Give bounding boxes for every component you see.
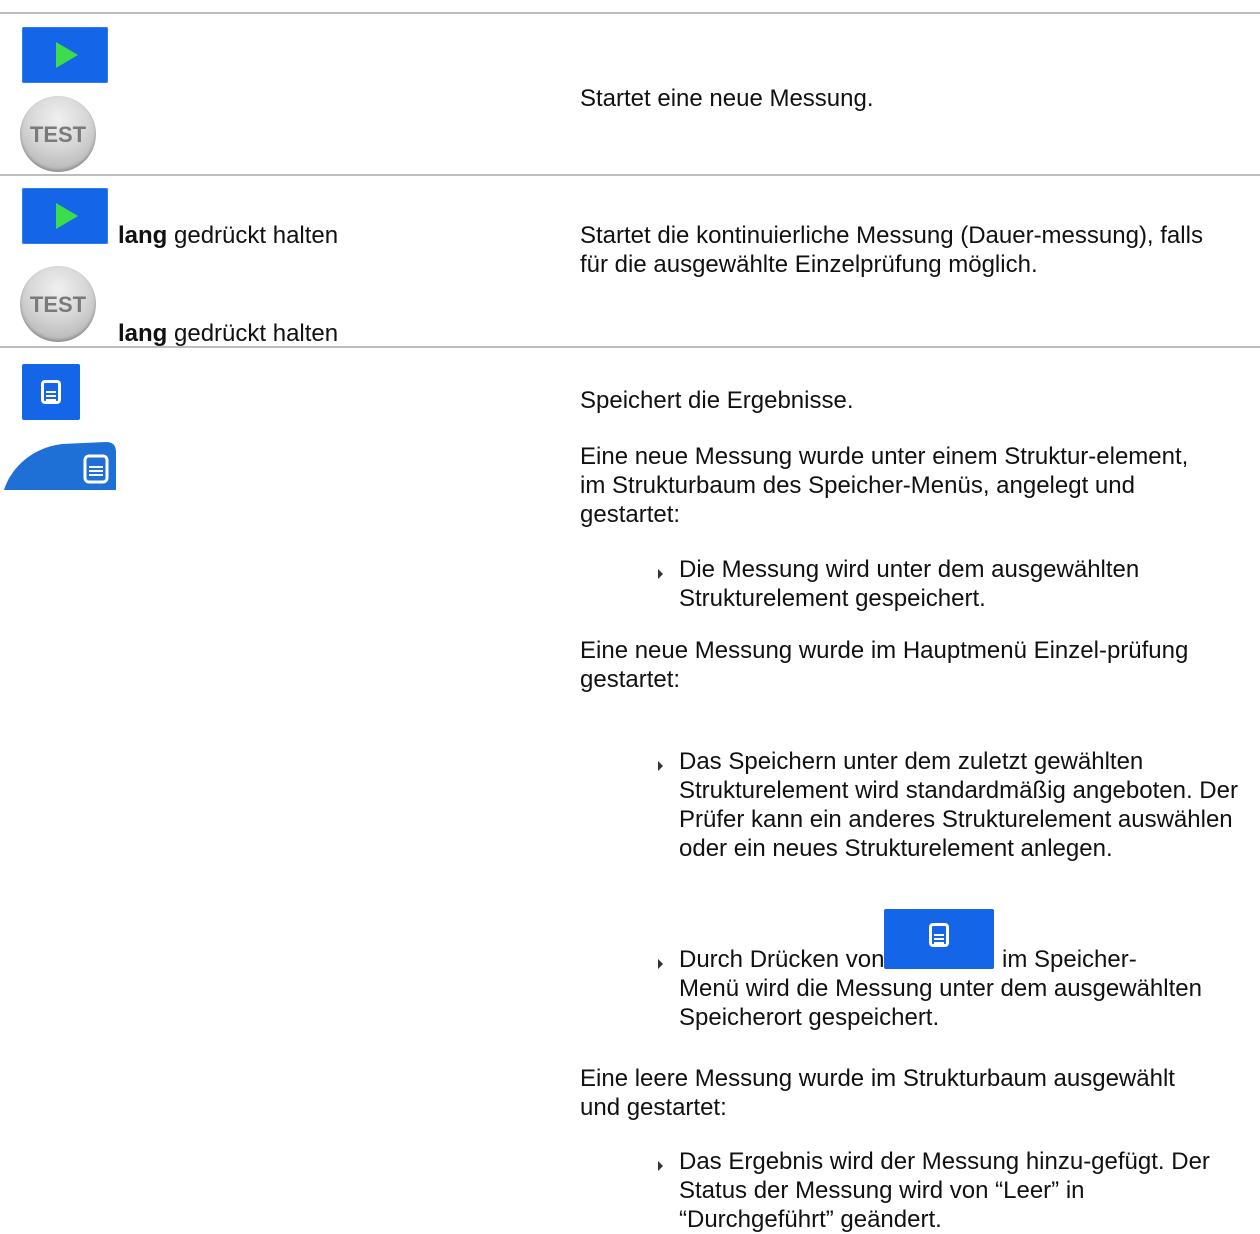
test-button-label: TEST (29, 292, 87, 317)
start-button[interactable] (22, 27, 108, 83)
bullet-marker (658, 959, 663, 969)
test-button-hold[interactable]: TEST (20, 266, 96, 342)
save-button[interactable] (22, 364, 80, 420)
row3-p4: Eine leere Messung wurde im Strukturbaum… (580, 1065, 1175, 1121)
bullet-marker (658, 569, 663, 579)
play-icon (56, 203, 78, 229)
row3-bullet3-after: im Speicher- (1002, 946, 1137, 973)
row3-bullet1: Die Messung wird unter dem ausgewählten … (679, 556, 1140, 612)
test-button-label: TEST (29, 122, 87, 147)
start-button-hold[interactable] (22, 188, 108, 244)
hold-label-1: lang gedrückt halten (118, 222, 339, 249)
table-rule-top (0, 12, 1260, 14)
save-icon (41, 380, 61, 404)
hold-label-2: lang gedrückt halten (118, 320, 339, 347)
row3-bullet3-rest: Menü wird die Messung unter dem ausgewäh… (679, 975, 1202, 1031)
row1-description: Startet eine neue Messung. (580, 85, 874, 112)
save-icon (929, 923, 949, 947)
row3-bullet2: Das Speichern unter dem zuletzt gewählte… (679, 748, 1238, 862)
play-icon (56, 42, 78, 68)
save-tab-button[interactable] (0, 440, 118, 492)
row3-p2: Eine neue Messung wurde unter einem Stru… (580, 443, 1189, 528)
row3-p3: Eine neue Messung wurde im Hauptmenü Ein… (580, 637, 1189, 693)
row3-bullet4: Das Ergebnis wird der Messung hinzu-gefü… (679, 1148, 1210, 1233)
test-button[interactable]: TEST (20, 96, 96, 172)
bullet-marker (658, 1161, 663, 1171)
table-rule-row1 (0, 174, 1260, 176)
bullet-marker (658, 761, 663, 771)
row2-description: Startet die kontinuierliche Messung (Dau… (580, 222, 1203, 278)
row3-p1: Speichert die Ergebnisse. (580, 387, 854, 414)
inline-save-button[interactable] (884, 909, 994, 969)
